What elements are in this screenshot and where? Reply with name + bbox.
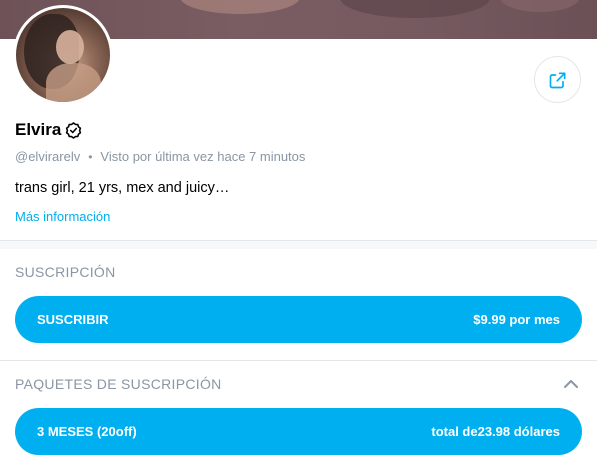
profile-name: Elvira xyxy=(15,120,62,139)
bundle-button-3-months[interactable]: 3 MESES (20off) total de23.98 dólares xyxy=(15,408,582,455)
bundle-label: 3 MESES (20off) xyxy=(37,424,137,439)
subscribe-label: SUSCRIBIR xyxy=(37,312,109,327)
last-seen: Visto por última vez hace 7 minutos xyxy=(100,149,306,164)
section-divider-thin xyxy=(0,360,597,361)
more-info-link[interactable]: Más información xyxy=(15,209,110,224)
share-icon xyxy=(549,72,565,88)
profile-meta: @elvirarelv • Visto por última vez hace … xyxy=(15,149,305,164)
bundles-title: PAQUETES DE SUSCRIPCIÓN xyxy=(15,376,222,392)
share-button[interactable] xyxy=(534,56,581,103)
chevron-up-icon[interactable] xyxy=(563,378,579,390)
subscribe-price: $9.99 por mes xyxy=(473,312,560,327)
verified-badge-icon xyxy=(66,121,82,139)
separator-dot: • xyxy=(88,149,93,164)
avatar[interactable] xyxy=(13,5,113,105)
subscription-title: SUSCRIPCIÓN xyxy=(15,264,116,280)
bundle-price: total de23.98 dólares xyxy=(431,424,560,439)
profile-name-row: Elvira xyxy=(15,120,83,140)
subscribe-button[interactable]: SUSCRIBIR $9.99 por mes xyxy=(15,296,582,343)
profile-handle[interactable]: @elvirarelv xyxy=(15,149,80,164)
profile-bio: trans girl, 21 yrs, mex and juicy… xyxy=(15,180,230,196)
section-divider xyxy=(0,240,597,249)
